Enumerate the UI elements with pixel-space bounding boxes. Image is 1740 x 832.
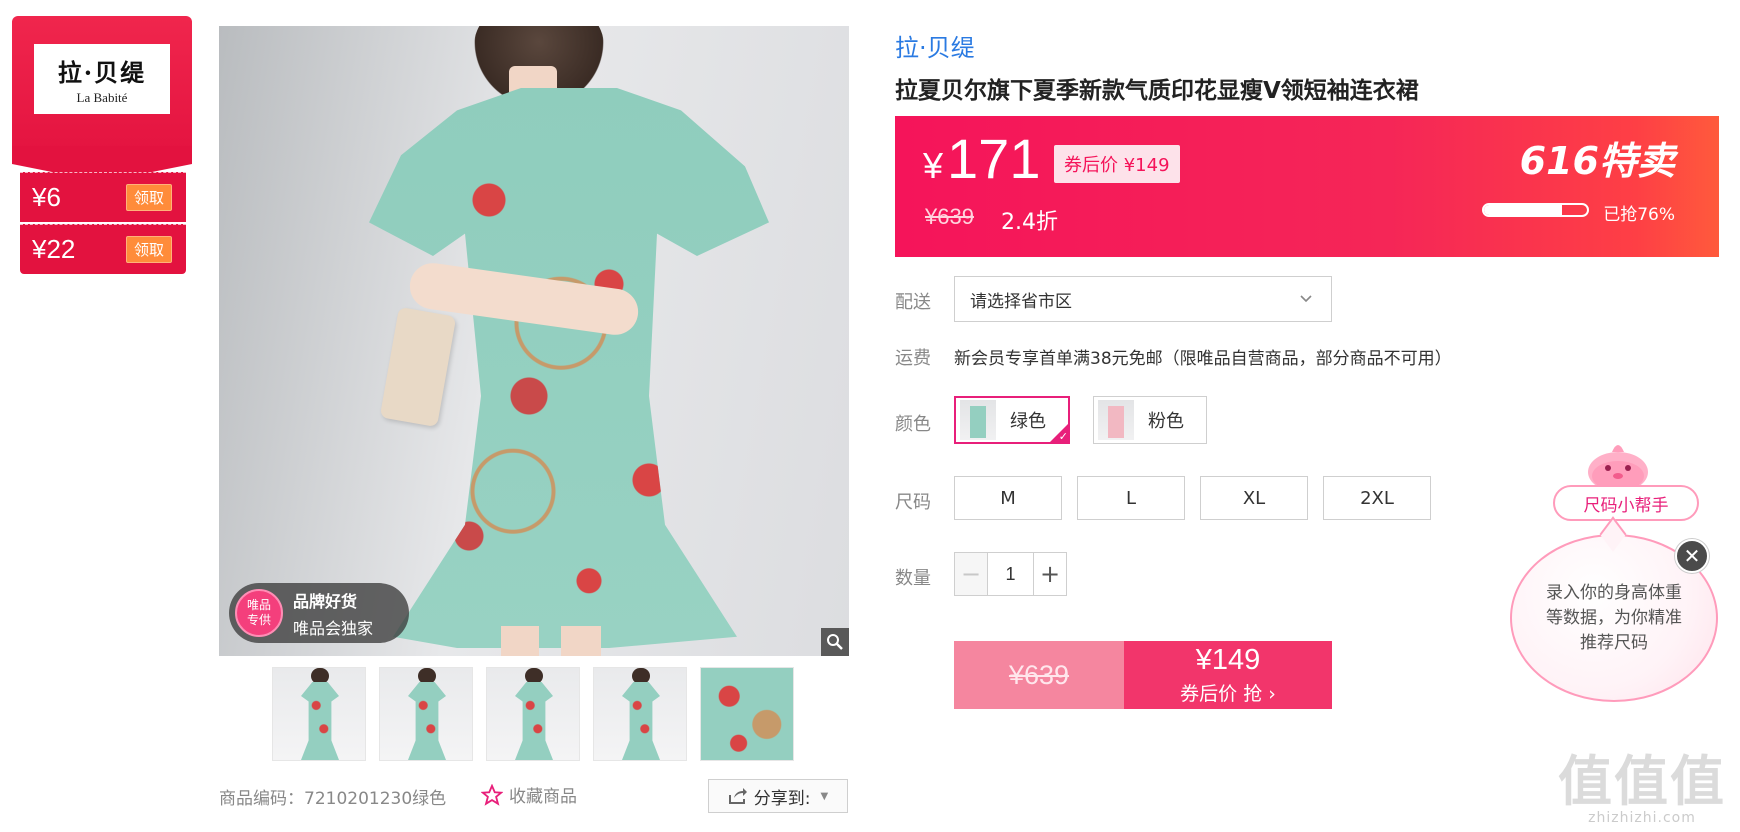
mascot-icon	[1588, 445, 1648, 492]
brand-logo-cn: 拉·贝缇	[57, 57, 147, 87]
size-option-l[interactable]: L	[1077, 476, 1185, 520]
thumbnail-strip	[272, 667, 794, 761]
size-helper-text: 录入你的身高体重等数据，为你精准推荐尺码	[1546, 582, 1682, 653]
price-value: 171	[947, 127, 1041, 190]
brand-logo-en: La Babité	[76, 89, 128, 105]
buy-button[interactable]: ¥639 ¥149 券后价 抢 ›	[954, 641, 1332, 709]
color-label: 颜色	[895, 414, 931, 435]
currency-symbol: ¥	[923, 145, 944, 186]
thumbnail[interactable]	[593, 667, 687, 761]
vip-exclusive-badge: 唯品 专供 品牌好货 唯品会独家	[229, 583, 409, 643]
chevron-down-icon	[1300, 295, 1312, 303]
quantity-label: 数量	[895, 568, 931, 589]
share-dropdown[interactable]: 分享到: ▼	[708, 779, 848, 813]
vip-circle-text: 唯品 专供	[246, 598, 271, 627]
product-code: 商品编码：7210201230绿色	[219, 789, 447, 809]
watermark: 值值值 zhizhizhi.com	[1558, 750, 1726, 827]
color-name: 粉色	[1148, 411, 1184, 432]
sold-text: 已抢76%	[1603, 205, 1675, 225]
buy-coupon-section: ¥149 券后价 抢 ›	[1124, 641, 1332, 709]
model-legs	[501, 626, 601, 656]
vip-line1: 品牌好货	[293, 591, 358, 611]
share-label: 分享到:	[753, 788, 811, 809]
thumbnail[interactable]	[700, 667, 794, 761]
check-icon: ✓	[1048, 422, 1070, 444]
shipping-text: 新会员专享首单满38元免邮（限唯品自营商品，部分商品不可用）	[954, 349, 1452, 369]
region-select[interactable]: 请选择省市区	[954, 276, 1332, 322]
thumbnail[interactable]	[379, 667, 473, 761]
coupon-amount: ¥6	[32, 182, 61, 212]
promo-title: 616特卖	[1519, 139, 1675, 183]
brand-card: 拉·贝缇 La Babité	[12, 16, 192, 164]
price-panel: ¥ 171 券后价 ¥149 ¥639 2.4折 616特卖 已抢76%	[895, 116, 1719, 257]
close-icon[interactable]: ✕	[1675, 539, 1709, 573]
watermark-logo: 值值值	[1558, 750, 1726, 813]
clutch-bag	[379, 306, 457, 428]
vip-line2: 唯品会独家	[293, 618, 374, 638]
buy-original-price: ¥639	[954, 641, 1124, 709]
sold-progress-fill	[1484, 205, 1563, 215]
sold-progress-bar	[1482, 203, 1589, 217]
brand-logo[interactable]: 拉·贝缇 La Babité	[34, 44, 170, 114]
plus-icon[interactable]: +	[1033, 553, 1066, 595]
quantity-stepper: − +	[954, 552, 1067, 596]
coupon-22: ¥22 领取	[20, 224, 186, 274]
brand-link[interactable]: 拉·贝缇	[895, 28, 975, 63]
size-option-xl[interactable]: XL	[1200, 476, 1308, 520]
shipping-label: 运费	[895, 348, 931, 369]
favorite-button[interactable]: 收藏商品	[481, 782, 577, 807]
quantity-input[interactable]	[988, 553, 1033, 595]
size-option-2xl[interactable]: 2XL	[1323, 476, 1431, 520]
region-placeholder: 请选择省市区	[970, 291, 1072, 312]
size-label: 尺码	[895, 492, 931, 513]
color-swatch	[1098, 400, 1134, 440]
favorite-label: 收藏商品	[509, 787, 577, 807]
vip-circle: 唯品 专供	[235, 589, 283, 637]
color-swatch	[960, 400, 996, 440]
color-option-green[interactable]: 绿色 ✓	[954, 396, 1070, 444]
color-option-pink[interactable]: 粉色	[1093, 396, 1207, 444]
current-price: ¥ 171	[923, 126, 1040, 191]
buy-label: 券后价 抢 ›	[1180, 683, 1276, 705]
coupon-amount: ¥22	[32, 234, 76, 264]
product-main-image[interactable]	[219, 26, 849, 656]
size-option-m[interactable]: M	[954, 476, 1062, 520]
original-price: ¥639	[925, 204, 974, 229]
search-icon[interactable]	[821, 628, 849, 656]
chevron-down-icon: ▼	[820, 790, 829, 802]
coupon-6: ¥6 领取	[20, 172, 186, 222]
size-helper-button[interactable]: 尺码小帮手	[1553, 485, 1699, 521]
share-icon	[728, 788, 747, 804]
thumbnail[interactable]	[486, 667, 580, 761]
color-name: 绿色	[1010, 411, 1046, 432]
delivery-label: 配送	[895, 292, 931, 313]
star-icon	[481, 783, 503, 806]
claim-coupon-button[interactable]: 领取	[125, 236, 172, 263]
buy-price: ¥149	[1195, 644, 1261, 676]
vip-text: 品牌好货 唯品会独家	[293, 588, 373, 639]
thumbnail[interactable]	[272, 667, 366, 761]
claim-coupon-button[interactable]: 领取	[125, 184, 172, 211]
discount-rate: 2.4折	[1001, 210, 1058, 235]
minus-icon[interactable]: −	[955, 553, 988, 595]
product-title: 拉夏贝尔旗下夏季新款气质印花显瘦V领短袖连衣裙	[895, 78, 1419, 104]
coupon-price-tag: 券后价 ¥149	[1054, 145, 1180, 183]
